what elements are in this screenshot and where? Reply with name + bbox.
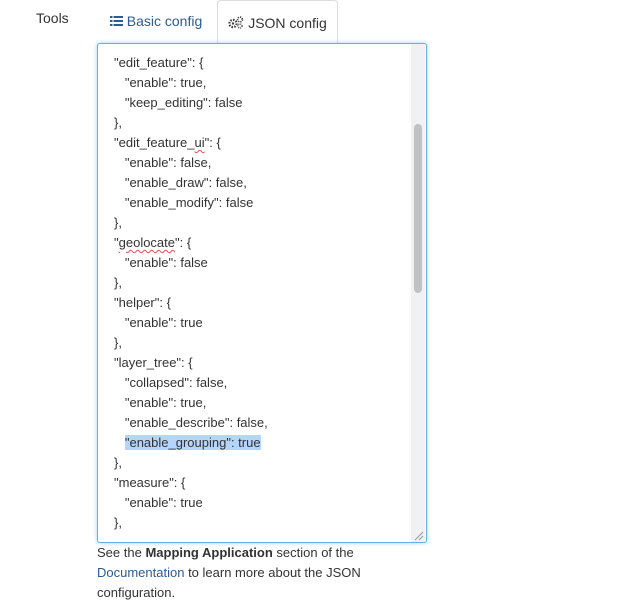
code-line-text: "enable_describe": false,: [114, 415, 268, 430]
tab-json-config-label: JSON config: [248, 14, 327, 31]
json-code: "edit_feature": { "enable": true, "keep_…: [114, 53, 268, 533]
code-line: "helper": {: [114, 293, 268, 313]
code-line-text: "enable": true,: [114, 395, 207, 410]
code-line: "enable_draw": false,: [114, 173, 268, 193]
code-line-text: "layer_tree": {: [114, 355, 193, 370]
code-line: "enable": false: [114, 253, 268, 273]
resize-handle-icon[interactable]: [412, 528, 424, 541]
code-line: "enable": true: [114, 313, 268, 333]
code-line-text: "enable_modify": false: [114, 195, 254, 210]
code-line: "enable_grouping": true: [114, 433, 268, 453]
config-tabs: Basic config JSON config: [97, 0, 642, 44]
code-line-text: "edit_feature": {: [114, 55, 204, 70]
help-text: See the Mapping Application section of t…: [97, 545, 361, 600]
code-line: },: [114, 273, 268, 293]
help-bold-section: Mapping Application: [145, 545, 273, 560]
gears-icon: [228, 16, 244, 29]
editor-scrollbar[interactable]: [411, 44, 425, 542]
code-line-text: },: [114, 215, 122, 230]
code-line-text: "enable": true: [114, 315, 203, 330]
code-line-text: "keep_editing": false: [114, 95, 243, 110]
code-line-text: "enable_grouping": true: [124, 435, 261, 450]
code-line: "collapsed": false,: [114, 373, 268, 393]
code-line-text: },: [114, 455, 122, 470]
code-line: },: [114, 453, 268, 473]
code-line: "edit_feature": {: [114, 53, 268, 73]
list-icon: [109, 15, 123, 27]
code-line: "edit_feature_ui": {: [114, 133, 268, 153]
code-line-text: "enable": false,: [114, 155, 212, 170]
tab-basic-config[interactable]: Basic config: [97, 0, 215, 42]
code-line-text: },: [114, 515, 122, 530]
code-line-text: "measure": {: [114, 475, 186, 490]
code-line: "geolocate": {: [114, 233, 268, 253]
editor-scroll-thumb[interactable]: [414, 123, 422, 293]
code-line: },: [114, 333, 268, 353]
documentation-link[interactable]: Documentation: [97, 565, 184, 580]
code-line-text: "enable": false: [114, 255, 208, 270]
code-line-text: "enable_draw": false,: [114, 175, 247, 190]
code-line-text: },: [114, 115, 122, 130]
code-line-text: },: [114, 275, 122, 290]
code-line-text: "enable": true: [114, 495, 203, 510]
code-line: "enable": true,: [114, 393, 268, 413]
code-line: "enable": false,: [114, 153, 268, 173]
code-line-text: "enable": true,: [114, 75, 207, 90]
code-line: "enable": true: [114, 493, 268, 513]
code-line: },: [114, 513, 268, 533]
json-config-textarea[interactable]: "edit_feature": { "enable": true, "keep_…: [97, 43, 427, 543]
tab-basic-config-label: Basic config: [126, 13, 203, 29]
code-line: },: [114, 213, 268, 233]
code-line: "measure": {: [114, 473, 268, 493]
code-line-text: "geolocate": {: [114, 235, 192, 250]
code-line: },: [114, 113, 268, 133]
code-line: "enable_describe": false,: [114, 413, 268, 433]
code-line: "enable_modify": false: [114, 193, 268, 213]
tab-json-config[interactable]: JSON config: [217, 0, 338, 44]
code-line: "enable": true,: [114, 73, 268, 93]
tools-field-label: Tools: [36, 10, 69, 26]
code-line-text: },: [114, 335, 122, 350]
code-line: "layer_tree": {: [114, 353, 268, 373]
code-line-text: "edit_feature_ui": {: [114, 135, 221, 150]
code-line-text: "helper": {: [114, 295, 171, 310]
code-line-text: "collapsed": false,: [114, 375, 228, 390]
code-line: "keep_editing": false: [114, 93, 268, 113]
